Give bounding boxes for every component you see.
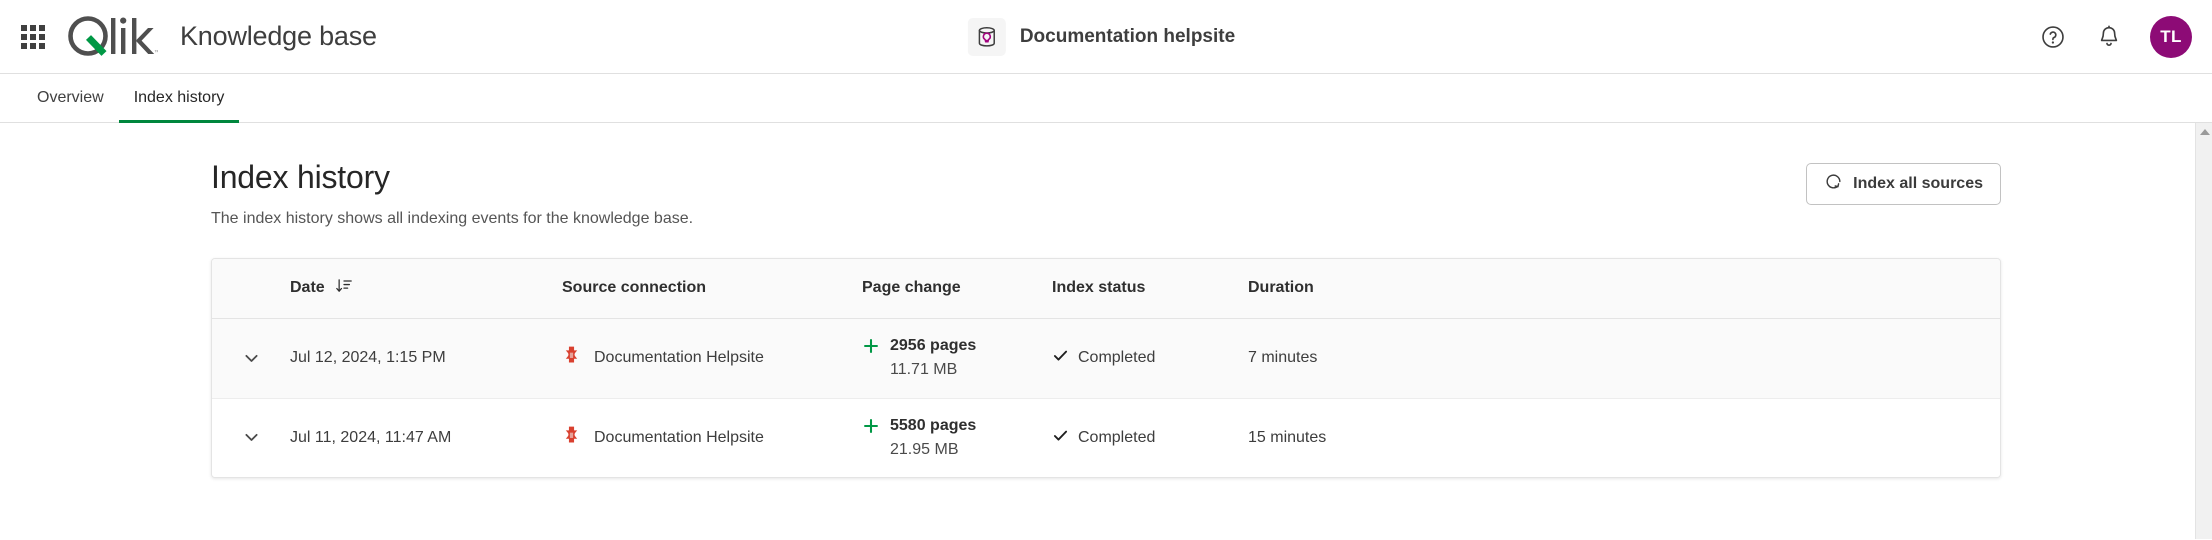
page-subtitle: The index history shows all indexing eve… — [211, 209, 694, 227]
index-all-sources-button[interactable]: Index all sources — [1806, 163, 2001, 205]
avatar[interactable]: TL — [2150, 15, 2192, 58]
column-header-index-status[interactable]: Index status — [1052, 258, 1248, 319]
cell-pages-size: 11.71 MB — [890, 361, 958, 379]
column-header-date[interactable]: Date — [290, 258, 562, 319]
page-change-values: 5580 pages 21.95 MB — [890, 415, 976, 462]
column-header-duration-label: Duration — [1248, 279, 1314, 297]
status-badge: Completed — [1078, 428, 1156, 446]
cell-source-connection: Documentation Helpsite — [562, 318, 862, 399]
grid-dot — [30, 24, 36, 31]
vertical-scrollbar[interactable] — [2195, 123, 2212, 539]
cell-source-connection-label: Documentation Helpsite — [594, 349, 764, 367]
page-heading-block: Index history The index history shows al… — [211, 159, 693, 228]
tab-overview-label: Overview — [37, 89, 104, 106]
grid-dot — [39, 24, 45, 31]
tab-overview[interactable]: Overview — [22, 74, 119, 122]
knowledge-base-name: Documentation helpsite — [1019, 25, 1236, 47]
table-header: Date Source connection Page change Index… — [212, 258, 2000, 319]
cell-page-change: 2956 pages 11.71 MB — [862, 318, 1052, 399]
grid-dot — [21, 33, 27, 40]
index-all-sources-label: Index all sources — [1853, 175, 1983, 192]
row-expander-cell — [212, 318, 290, 399]
chevron-down-icon[interactable] — [236, 423, 266, 453]
index-history-table-card: Date Source connection Page change Index… — [211, 257, 2001, 479]
grid-dot — [21, 42, 27, 49]
cell-pages-count: 5580 pages — [890, 416, 977, 434]
table-header-row: Date Source connection Page change Index… — [212, 258, 2000, 319]
content-container: Index history The index history shows al… — [211, 123, 2001, 479]
table-row[interactable]: Jul 12, 2024, 1:15 PM Documentation Help… — [212, 318, 2000, 399]
page-title-brand: Knowledge base — [180, 21, 377, 51]
cell-pages-size: 21.95 MB — [890, 441, 959, 459]
table-body: Jul 12, 2024, 1:15 PM Documentation Help… — [212, 318, 2000, 478]
check-icon — [1052, 427, 1069, 449]
grid-dot — [39, 42, 45, 49]
table-row[interactable]: Jul 11, 2024, 11:47 AM Documentation Hel… — [212, 398, 2000, 478]
top-bar-actions: TL — [2038, 15, 2192, 58]
index-history-table: Date Source connection Page change Index… — [212, 258, 2000, 478]
scrollbar-thumb[interactable] — [2197, 140, 2212, 290]
column-header-source-connection-label: Source connection — [562, 279, 707, 297]
cell-duration: 15 minutes — [1248, 428, 1327, 446]
reindex-refresh-icon — [1824, 172, 1843, 196]
tab-index-history[interactable]: Index history — [118, 74, 240, 123]
grid-dot — [21, 24, 27, 31]
column-header-source-connection[interactable]: Source connection — [562, 258, 862, 319]
column-header-index-status-label: Index status — [1052, 279, 1146, 297]
source-connection-icon — [562, 425, 581, 451]
cell-source-connection-label: Documentation Helpsite — [594, 428, 764, 446]
cell-index-status: Completed — [1052, 398, 1248, 477]
bell-icon[interactable] — [2094, 22, 2124, 52]
tab-bar: Overview Index history — [0, 74, 2212, 123]
page-title: Index history — [211, 159, 390, 195]
column-header-duration[interactable]: Duration — [1248, 258, 2000, 319]
grid-dot — [39, 33, 45, 40]
check-icon — [1052, 347, 1069, 369]
grid-dot — [30, 42, 36, 49]
qlik-logo[interactable]: ™ — [64, 14, 158, 60]
grid-dot — [30, 33, 36, 40]
page-body: Index history The index history shows al… — [0, 123, 2212, 539]
knowledge-base-icon — [967, 17, 1006, 56]
knowledge-base-selector[interactable]: Documentation helpsite — [963, 13, 1249, 61]
sort-descending-icon[interactable] — [335, 277, 353, 300]
page-header: Index history The index history shows al… — [211, 159, 2001, 228]
help-circle-icon[interactable] — [2038, 22, 2068, 52]
cell-page-change: 5580 pages 21.95 MB — [862, 398, 1052, 477]
cell-date: Jul 11, 2024, 11:47 AM — [290, 428, 452, 446]
cell-source-connection: Documentation Helpsite — [562, 398, 862, 477]
cell-pages-count: 2956 pages — [890, 336, 977, 354]
cell-duration: 7 minutes — [1248, 318, 2000, 399]
column-header-date-label: Date — [290, 279, 325, 297]
svg-text:™: ™ — [154, 49, 158, 56]
cell-index-status: Completed — [1052, 318, 1248, 399]
cell-date: Jul 12, 2024, 1:15 PM — [290, 318, 562, 399]
source-connection-icon — [562, 345, 581, 371]
scroll-up-arrow-glyph — [2199, 128, 2210, 135]
chevron-down-icon[interactable] — [236, 343, 266, 373]
column-header-page-change-label: Page change — [862, 279, 961, 297]
top-bar: ™ Knowledge base Documentation helpsite — [0, 0, 2212, 74]
scroll-up-arrow-icon[interactable] — [2196, 123, 2212, 140]
tab-index-history-label: Index history — [133, 89, 225, 106]
column-header-page-change[interactable]: Page change — [862, 258, 1052, 319]
plus-icon — [862, 337, 880, 360]
status-badge: Completed — [1078, 349, 1156, 367]
column-header-expander — [212, 258, 290, 319]
page-change-values: 2956 pages 11.71 MB — [890, 335, 976, 382]
plus-icon — [862, 417, 880, 440]
app-launcher-grid-icon[interactable] — [18, 22, 48, 52]
row-expander-cell — [212, 398, 290, 477]
